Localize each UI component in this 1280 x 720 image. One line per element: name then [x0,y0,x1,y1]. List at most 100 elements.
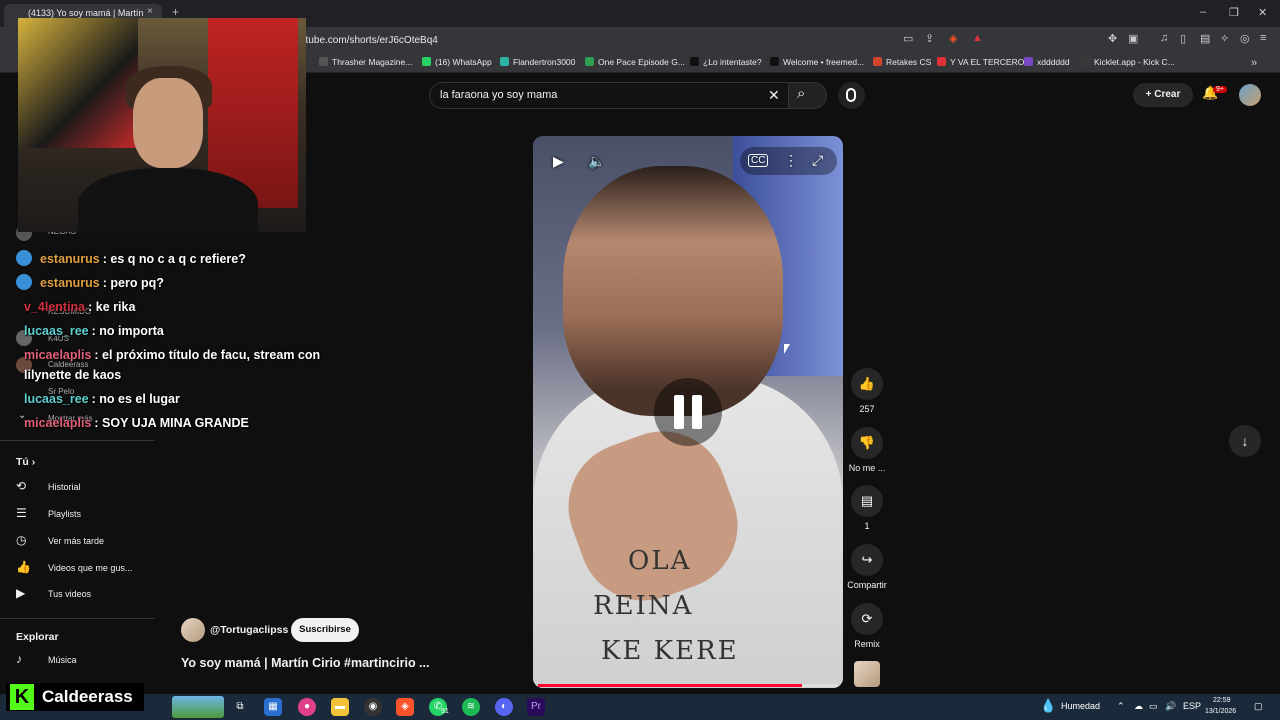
media-icon[interactable]: ♫ [1160,32,1168,44]
extensions-icon[interactable]: ✥ [1108,32,1117,45]
sidebar-item[interactable]: Playlists [48,509,81,519]
bookmark-item[interactable]: ¿Lo intentaste? [690,57,762,67]
vpn-icon[interactable]: ◎ [1240,32,1250,45]
discord-icon[interactable]: ◐ [495,698,513,716]
premiere-icon[interactable]: Pr [527,698,545,716]
minimize-button[interactable]: – [1200,6,1206,18]
close-tab-icon[interactable]: × [147,6,153,17]
sound-thumbnail[interactable] [854,661,880,687]
volume-icon[interactable]: 🔈 [588,153,605,170]
bookmark-item[interactable]: Flandertron3000 [500,57,575,67]
language-indicator[interactable]: ESP [1183,701,1201,711]
play-icon[interactable]: ▶ [553,153,564,170]
close-window-button[interactable]: ✕ [1258,6,1267,19]
bookmark-item[interactable]: Welcome • freemed... [770,57,864,67]
share-icon[interactable]: ⇪ [925,32,934,45]
speaker-icon[interactable]: 🔊 [1165,701,1176,712]
sidebar-item[interactable]: Historial [48,482,81,492]
maximize-button[interactable]: ❐ [1229,6,1239,19]
weather-text[interactable]: Humedad [1061,701,1100,711]
bookmark-label: Y VA EL TERCERO [950,57,1025,67]
more-options-icon[interactable]: ⋮ [784,152,798,169]
sidebar-item-music[interactable]: Música [48,655,77,665]
tab-search-icon[interactable]: ▣ [1128,32,1138,45]
leo-icon[interactable]: ✧ [1220,32,1229,45]
search-icon: ⌕ [797,85,806,102]
more-bookmarks-icon[interactable]: » [1251,57,1257,69]
task-view-icon[interactable]: ⧉ [231,698,249,716]
search-button[interactable] [789,82,827,109]
bookmark-label: xdddddd [1037,57,1070,67]
kick-logo-icon: K [10,684,34,710]
sidebar-item[interactable]: Videos que me gus... [48,563,132,573]
chat-message: lucaas_ree: no es el lugar [24,392,180,406]
chat-text: : no es el lugar [91,392,180,406]
sidebar-toggle-icon[interactable]: ▯ [1180,32,1186,45]
remix-button[interactable]: ⟳ [851,603,883,635]
sidebar-you-header[interactable]: Tú › [16,456,35,468]
clock-time[interactable]: 22:59 [1213,697,1231,704]
clock-date[interactable]: 13/1/2026 [1205,708,1236,715]
cast-icon[interactable]: ▭ [903,32,913,45]
tray-chevron-icon[interactable]: ⌃ [1117,701,1125,712]
channel-handle[interactable]: @Tortugaclipss [210,624,288,636]
share-button[interactable]: ↪ [851,544,883,576]
menu-icon[interactable]: ≡ [1260,32,1266,44]
chat-message: micaelaplis: el próximo título de facu, … [24,348,320,362]
chat-username: v_4lentina [24,300,86,314]
new-tab-button[interactable]: + [172,5,179,19]
clear-search-icon[interactable]: ✕ [768,87,780,104]
bookmark-favicon-icon [1081,57,1090,66]
like-button[interactable]: 👍 [851,368,883,400]
brave-browser-icon[interactable]: ◈ [396,698,414,716]
bookmark-item[interactable]: Retakes CS [873,57,931,67]
bookmark-item[interactable]: Y VA EL TERCERO [937,57,1024,67]
shirt-text: KE KERE [601,636,739,666]
chat-message: v_4lentina: ke rika [24,300,135,314]
network-icon[interactable]: ▭ [1149,701,1158,712]
channel-avatar[interactable] [181,618,205,642]
whatsapp-badge: 91 [441,708,449,715]
playlists-icon: ☰ [16,506,27,520]
bookmark-label: Kicklet.app - Kick C... [1094,57,1175,67]
app-icon[interactable]: ● [298,698,316,716]
notification-center-icon[interactable]: ▢ [1254,701,1263,712]
widgets-thumbnail[interactable] [172,696,224,718]
store-icon[interactable]: ▦ [264,698,282,716]
file-explorer-icon[interactable]: ▬ [331,698,349,716]
video-title[interactable]: Yo soy mamá | Martín Cirio #martincirio … [181,656,429,670]
bookmark-item[interactable]: xdddddd [1024,57,1070,67]
chat-text: : ke rika [88,300,136,314]
chat-text: : el próximo título de facu, stream con [94,348,321,362]
account-avatar[interactable] [1239,84,1261,106]
thumbs-up-icon: 👍 [858,376,876,391]
search-input[interactable]: la faraona yo soy mama [429,82,789,109]
brave-shield-icon[interactable]: ◈ [949,32,957,45]
history-icon: ⟲ [16,479,27,493]
url-bar[interactable]: utube.com/shorts/erJ6cOteBq4 [300,31,950,50]
bookmark-item[interactable]: Kicklet.app - Kick C... [1081,57,1175,67]
obs-icon[interactable]: ◉ [364,698,382,716]
fullscreen-icon[interactable]: ⤢ [812,152,823,169]
brave-rewards-icon[interactable]: ▲ [972,32,983,44]
comments-button[interactable]: ▤ [851,485,883,517]
create-label: Crear [1154,89,1181,100]
bookmark-item[interactable]: (16) WhatsApp [422,57,492,67]
sidebar-item[interactable]: Tus videos [48,589,91,599]
captions-icon[interactable]: CC [748,154,769,167]
tab-title: (4133) Yo soy mamá | Martín [28,8,144,18]
spotify-icon[interactable]: ≋ [462,698,480,716]
video-icon: ▶ [16,586,26,600]
bookmark-item[interactable]: One Pace Episode G... [585,57,685,67]
dislike-button[interactable]: 👎 [851,427,883,459]
next-video-button[interactable]: ↓ [1229,425,1261,457]
wallet-icon[interactable]: ▤ [1200,32,1210,45]
tray-app-icon[interactable]: ☁ [1134,701,1143,712]
arrow-down-icon: ↓ [1241,433,1249,449]
bookmark-item[interactable]: Thrasher Magazine... [319,57,412,67]
create-button[interactable]: + Crear [1133,83,1193,107]
subscribe-button[interactable]: Suscribirse [291,618,359,642]
pause-button[interactable] [654,378,722,446]
sidebar-item[interactable]: Ver más tarde [48,536,104,546]
chat-text: lilynette de kaos [24,368,122,382]
